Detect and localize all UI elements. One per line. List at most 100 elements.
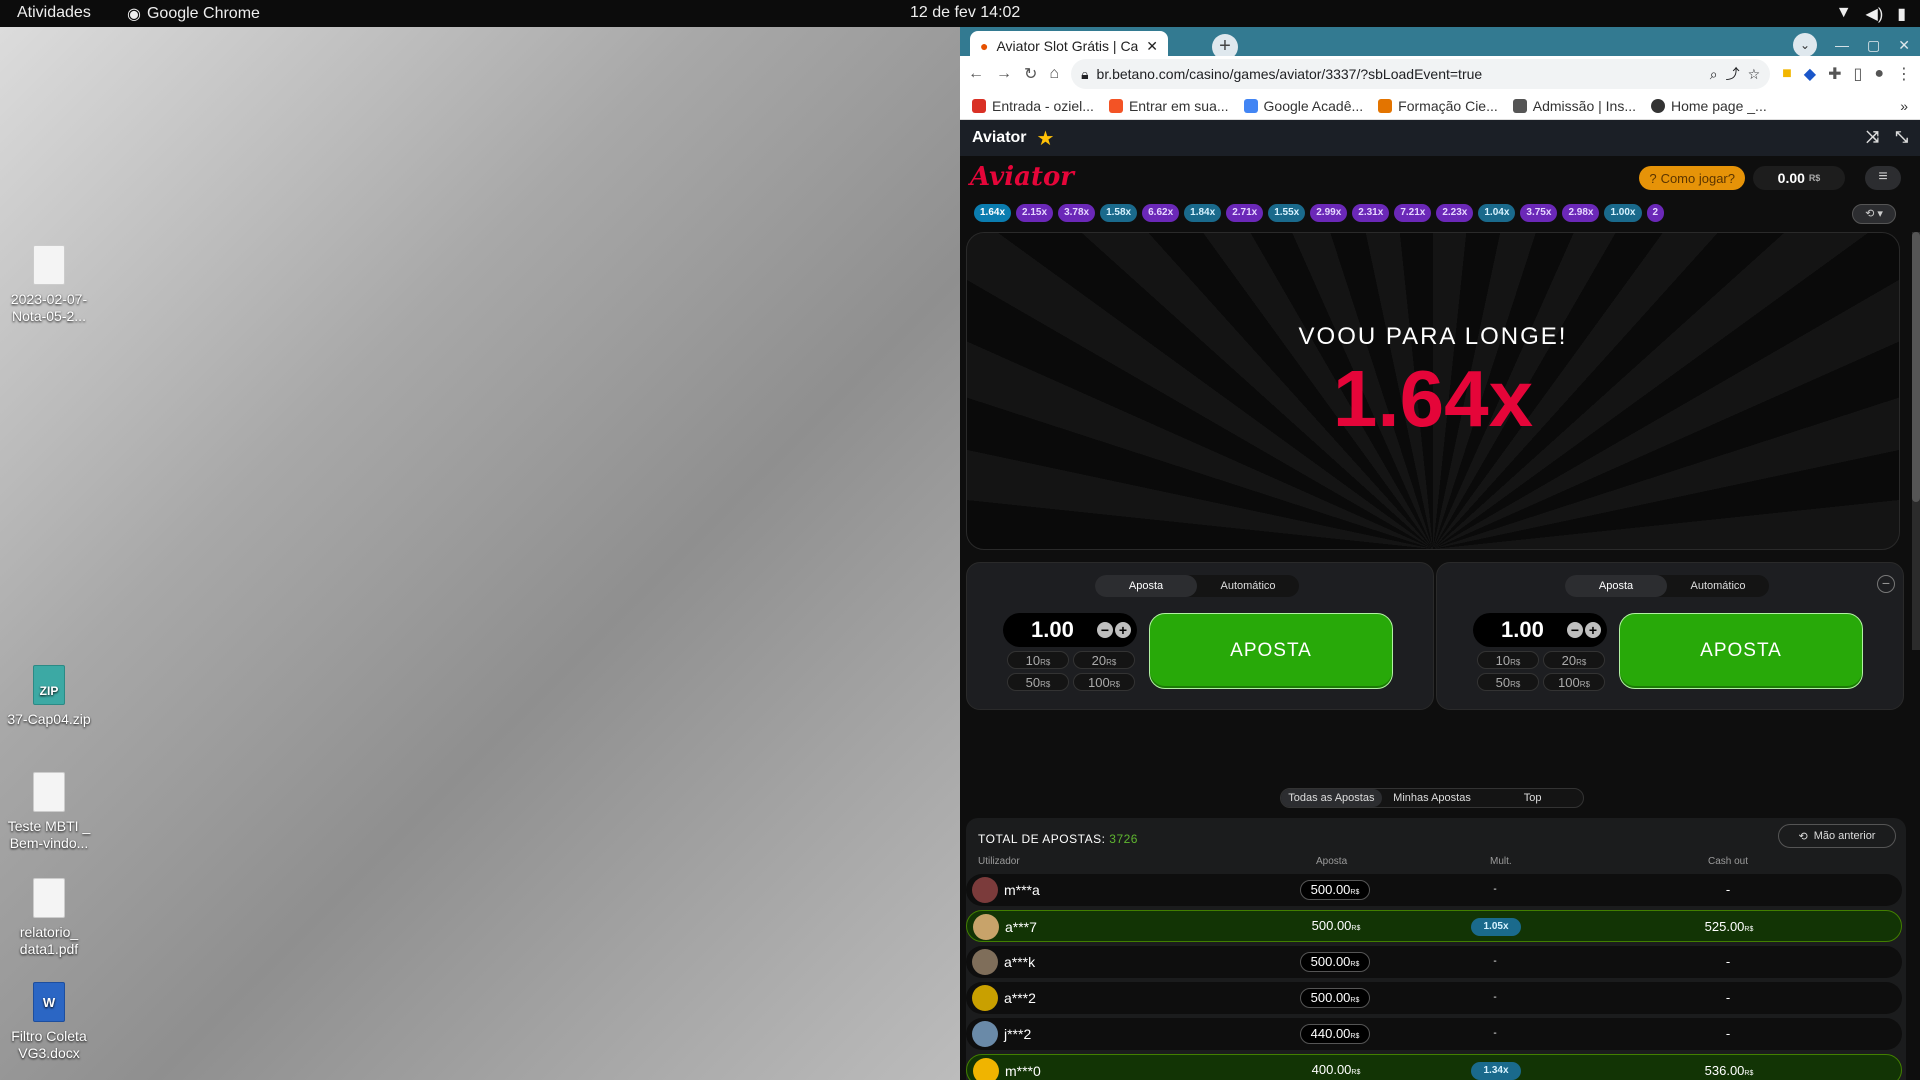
bet-user: a***k (1004, 954, 1036, 970)
avatar (972, 985, 998, 1011)
desktop-file-icon[interactable]: Teste MBTI _ Bem-vindo... (4, 772, 94, 852)
volume-icon: ◀) (1865, 6, 1884, 23)
bet-amount-value[interactable]: 1.00 (1031, 617, 1074, 643)
bookmark-label: Home page _... (1671, 97, 1767, 114)
bookmark-item[interactable]: Admissão | Ins... (1512, 98, 1636, 114)
desktop-file-icon[interactable]: 2023-02-07-Nota-05-2... (4, 245, 94, 325)
forward-icon[interactable]: → (996, 65, 1012, 83)
close-tab-icon[interactable]: ✕ (1146, 38, 1158, 55)
tab-bet[interactable]: Aposta (1565, 575, 1667, 597)
desktop-pdf-icon[interactable]: relatorio_ data1.pdf (4, 878, 94, 958)
tab-my-bets[interactable]: Minhas Apostas (1382, 789, 1483, 807)
site-game-header: Aviator ★ ⤨ ⤡ (960, 120, 1920, 156)
close-window-button[interactable]: ✕ (1898, 37, 1910, 54)
bet-cashout: - (1725, 954, 1731, 969)
favorite-star-icon[interactable]: ★ (1037, 126, 1055, 151)
tab-all-bets[interactable]: Todas as Apostas (1281, 789, 1382, 807)
history-multiplier-pill: 3.75x (1520, 204, 1558, 222)
extension-icon[interactable]: ■ (1782, 65, 1792, 83)
quick-amount-button[interactable]: 100R$ (1073, 673, 1135, 691)
bet-amount-stepper[interactable]: 1.00 − + (1473, 613, 1607, 647)
col-cashout: Cash out (1708, 856, 1749, 867)
game-stage: VOOU PARA LONGE! 1.64x (966, 232, 1900, 550)
tab-auto[interactable]: Automático (1667, 575, 1769, 597)
quick-amount-button[interactable]: 50R$ (1007, 673, 1069, 691)
bookmark-item[interactable]: Home page _... (1651, 98, 1767, 114)
extension-icon[interactable]: ◆ (1804, 64, 1816, 84)
bookmark-item[interactable]: Google Acadê... (1243, 98, 1363, 114)
collapse-icon[interactable]: ⤡ (1895, 129, 1908, 147)
plus-icon[interactable]: + (1115, 622, 1131, 638)
more-bookmarks-button[interactable]: » (1900, 98, 1908, 114)
scrollbar[interactable] (1912, 232, 1920, 650)
address-bar[interactable]: 🔒︎ br.betano.com/casino/games/aviator/33… (1071, 59, 1771, 89)
bet-multiplier: - (1493, 956, 1497, 967)
quick-amount-button[interactable]: 100R$ (1543, 673, 1605, 691)
tab-top[interactable]: Top (1482, 789, 1583, 807)
bookmark-star-icon[interactable]: ☆ (1748, 66, 1761, 83)
desktop-zip-icon[interactable]: ZIP 37-Cap04.zip (4, 665, 94, 728)
tab-search-button[interactable]: ⌄ (1793, 33, 1818, 57)
balance-value: 0.00 (1777, 170, 1805, 186)
back-icon[interactable]: ← (968, 65, 984, 83)
share-icon[interactable]: ⤴ (1726, 64, 1740, 84)
minus-icon[interactable]: − (1097, 622, 1113, 638)
activities-button[interactable]: Atividades (17, 4, 91, 22)
place-bet-button[interactable]: APOSTA (1149, 613, 1393, 689)
tab-bet[interactable]: Aposta (1095, 575, 1197, 597)
history-multiplier-pill: 1.00x (1604, 204, 1642, 222)
search-icon[interactable]: ⌕ (1710, 66, 1718, 83)
profile-avatar[interactable]: ● (1874, 65, 1884, 83)
bet-multiplier: - (1493, 992, 1497, 1003)
tab-auto[interactable]: Automático (1197, 575, 1299, 597)
desktop-docx-icon[interactable]: W Filtro Coleta VG3.docx (4, 982, 94, 1062)
quick-amount-button[interactable]: 20R$ (1073, 651, 1135, 669)
bookmark-item[interactable]: Entrada - oziel... (972, 98, 1094, 114)
puzzle-icon[interactable]: ✚ (1828, 64, 1841, 84)
shuffle-icon[interactable]: ⤨ (1866, 129, 1879, 147)
bookmark-item[interactable]: Entrar em sua... (1108, 98, 1229, 114)
window-controls: ⌄ — ▢ ✕ (1793, 33, 1910, 57)
bet-amount-value[interactable]: 1.00 (1501, 617, 1544, 643)
avatar (973, 914, 999, 940)
remove-panel-icon[interactable]: − (1877, 575, 1895, 593)
bet-rows: m***a 500.00R$ - - a***7 500.00R$ 1.05x 525.00R… (966, 874, 1902, 1080)
bookmark-item[interactable]: Formação Cie... (1378, 98, 1498, 114)
history-toggle-button[interactable]: ⟲ ▾ (1852, 204, 1896, 224)
bet-row: j***2 440.00R$ - - (966, 1018, 1902, 1050)
clock[interactable]: 12 de fev 14:02 (910, 4, 1020, 22)
reload-icon[interactable]: ↻ (1024, 64, 1037, 84)
system-tray[interactable]: ▼ ◀) ▮ (1836, 4, 1906, 24)
history-multiplier-pill: 3.78x (1058, 204, 1096, 222)
sidepanel-icon[interactable]: ▯ (1854, 64, 1863, 84)
quick-amount-button[interactable]: 20R$ (1543, 651, 1605, 669)
bookmarks-bar: Entrada - oziel... Entrar em sua... Goog… (960, 92, 1920, 120)
avatar (972, 877, 998, 903)
history-multiplier-pill: 6.62x (1142, 204, 1180, 222)
previous-hand-button[interactable]: ⟲ Mão anterior (1778, 824, 1896, 848)
hamburger-menu-icon[interactable]: ≡ (1865, 166, 1901, 190)
game-title: Aviator (972, 129, 1027, 146)
quick-amount-button[interactable]: 10R$ (1007, 651, 1069, 669)
quick-amount-button[interactable]: 10R$ (1477, 651, 1539, 669)
how-to-play-button[interactable]: ? Como jogar? (1639, 166, 1745, 190)
minus-icon[interactable]: − (1567, 622, 1583, 638)
pdf-icon (33, 878, 65, 918)
place-bet-button[interactable]: APOSTA (1619, 613, 1863, 689)
bet-cashout: 525.00R$ (1704, 919, 1754, 934)
quick-amount-button[interactable]: 50R$ (1477, 673, 1539, 691)
total-bets-label: TOTAL DE APOSTAS: (978, 832, 1106, 846)
bet-mode-toggle: Aposta Automático (1095, 575, 1299, 597)
scrollbar-thumb[interactable] (1912, 232, 1920, 502)
bets-tabs: Todas as Apostas Minhas Apostas Top (1280, 788, 1584, 808)
bet-amount-stepper[interactable]: 1.00 − + (1003, 613, 1137, 647)
home-icon[interactable]: ⌂ (1049, 65, 1059, 83)
minimize-button[interactable]: — (1835, 37, 1849, 53)
active-app-menu[interactable]: ◉ Google Chrome (127, 4, 260, 24)
maximize-button[interactable]: ▢ (1867, 37, 1880, 54)
menu-kebab-icon[interactable]: ⋮ (1896, 64, 1912, 84)
bet-cashout: - (1725, 1026, 1731, 1041)
favicon-icon: ● (980, 38, 989, 54)
bet-user: m***a (1004, 882, 1040, 898)
plus-icon[interactable]: + (1585, 622, 1601, 638)
